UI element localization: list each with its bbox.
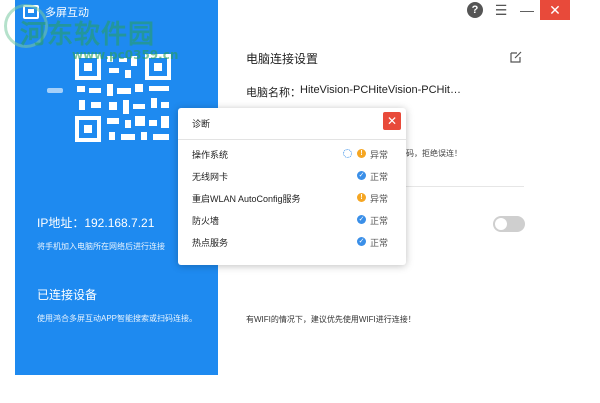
warning-icon: ! [357,149,366,158]
watermark-text: 河东软件园 [20,20,156,50]
section-title: 电脑连接设置 [246,52,319,66]
diagnosis-item-name: 操作系统 [192,150,229,160]
diagnosis-item-name: 防火墙 [192,216,220,226]
diagnosis-row: 防火墙 ✓ 正常 [192,214,392,228]
diagnosis-item-status: 正常 [370,216,389,226]
diagnosis-item-name: 重启WLAN AutoConfig服务 [192,194,301,204]
connected-devices-title: 已连接设备 [37,288,98,302]
warning-icon: ! [357,193,366,202]
help-icon: ? [467,2,483,18]
diagnosis-row: 无线网卡 ✓ 正常 [192,170,392,184]
diagnosis-item-status: 异常 [370,194,389,204]
menu-button[interactable]: ☰ [488,0,514,20]
close-icon: ✕ [549,1,561,18]
diagnosis-row: 热点服务 ✓ 正常 [192,236,392,250]
wifi-hint: 有WIFI的情况下，建议优先使用WIFI进行连接！ [246,315,416,324]
minimize-button[interactable]: — [514,0,540,20]
check-icon: ✓ [357,215,366,224]
ip-hint: 将手机加入电脑所在网络后进行连接 [37,242,165,251]
minimize-icon: — [520,2,534,18]
pc-name-value: HiteVision-PCHiteVision-PCHit… [300,84,461,96]
qr-code[interactable] [69,54,177,144]
window-controls: ? ☰ — ✕ [462,0,570,20]
toggle-knob [495,218,507,230]
diagnosis-item-status: 正常 [370,238,389,248]
diagnosis-item-status: 异常 [370,150,389,160]
check-icon: ✓ [357,171,366,180]
menu-icon: ☰ [494,1,508,18]
close-button[interactable]: ✕ [540,0,570,20]
diagnosis-item-name: 无线网卡 [192,172,229,182]
close-icon: ✕ [386,114,398,128]
check-icon: ✓ [357,237,366,246]
diagnosis-item-name: 热点服务 [192,238,229,248]
dialog-divider [178,139,406,140]
help-button[interactable]: ? [462,0,488,20]
pc-name-label: 电脑名称： [246,87,301,99]
connected-devices-hint: 使用鸿合多屏互动APP智能搜索或扫码连接。 [37,314,198,323]
diagnosis-row: 操作系统 ! 异常 [192,148,392,162]
app-window: 多屏互动 IP地址：192.168.7.21 将手机加入电脑所在网络后进行连接 … [0,0,600,403]
diagnosis-item-status: 正常 [370,172,389,182]
loading-spinner-icon [343,149,352,158]
diagnosis-row: 重启WLAN AutoConfig服务 ! 异常 [192,192,392,206]
diagnosis-dialog: 诊断 ✕ 操作系统 ! 异常 无线网卡 ✓ 正常 重启WLAN AutoConf… [178,108,406,265]
dialog-close-button[interactable]: ✕ [383,112,401,130]
watermark-url: www.pc0359.cn [72,48,179,62]
hotspot-toggle[interactable] [493,216,525,232]
edit-icon[interactable] [509,50,523,64]
qr-side-marker [47,88,63,93]
ip-address: IP地址：192.168.7.21 [37,216,155,230]
password-warning: 密码，拒绝误连！ [398,149,462,158]
dialog-title: 诊断 [192,119,211,129]
